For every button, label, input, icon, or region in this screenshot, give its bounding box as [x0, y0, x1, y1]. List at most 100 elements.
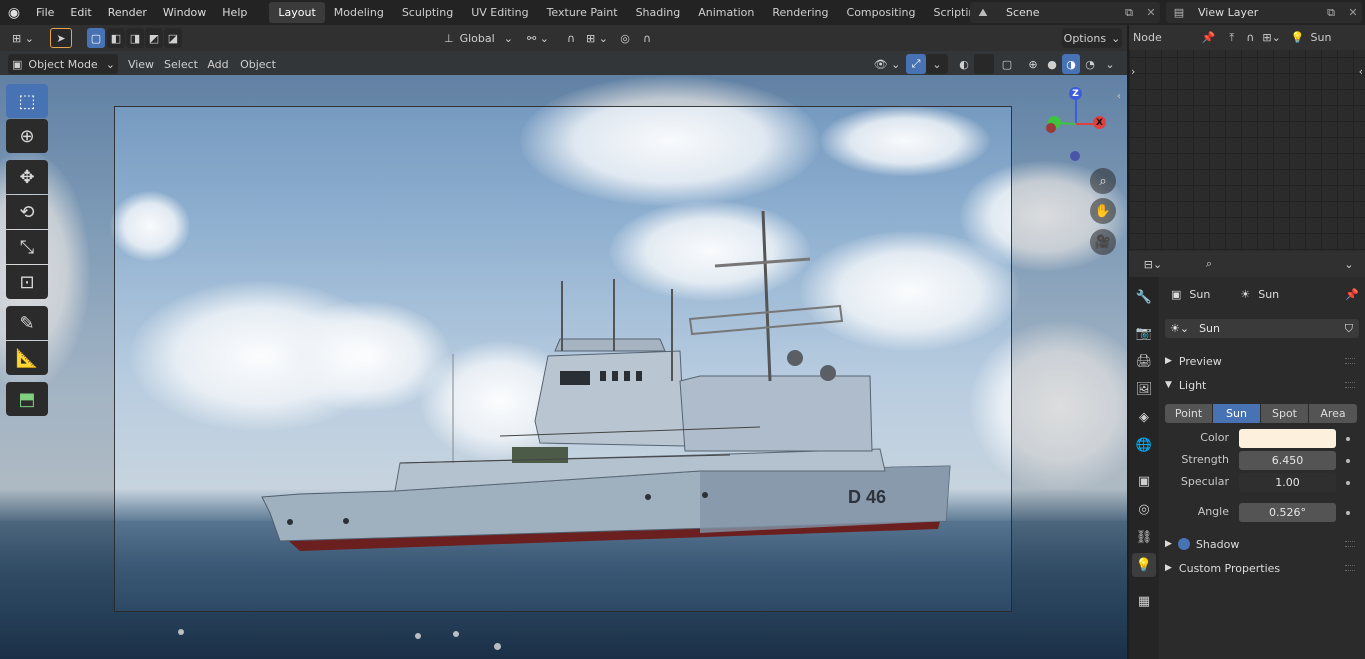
- scale-tool-icon[interactable]: ⤡: [6, 230, 48, 264]
- shading-dropdown[interactable]: ⌄: [1101, 54, 1119, 74]
- modifiers-tab-icon[interactable]: ◎: [1132, 497, 1156, 521]
- solid-shading-icon[interactable]: ●: [1043, 54, 1061, 74]
- panel-custom-properties-header[interactable]: ▶ Custom Properties: [1165, 559, 1359, 577]
- color-swatch[interactable]: [1239, 429, 1336, 448]
- light-datablock-selector[interactable]: ☀⌄ Sun ⛉: [1165, 319, 1359, 338]
- material-preview-shading-icon[interactable]: ◑: [1062, 54, 1080, 74]
- editor-type-dropdown[interactable]: ⊞ ⌄: [6, 28, 40, 48]
- shadow-checkbox[interactable]: [1177, 538, 1190, 550]
- snap-target-icon[interactable]: ⊞⌄: [1262, 31, 1280, 44]
- object-tab-icon[interactable]: ▣: [1132, 469, 1156, 493]
- drag-handle-icon[interactable]: [1345, 382, 1355, 388]
- menu-help[interactable]: Help: [214, 0, 255, 25]
- scene-tab-icon[interactable]: ◈: [1132, 405, 1156, 429]
- transform-orientation-dropdown[interactable]: ⊥ Global ⌄: [440, 28, 516, 48]
- menu-view[interactable]: View: [126, 54, 156, 74]
- world-tab-icon[interactable]: 🌐: [1132, 433, 1156, 457]
- expand-toolshelf-icon[interactable]: ›: [1131, 65, 1135, 78]
- tool-tab-icon[interactable]: 🔧: [1132, 285, 1156, 309]
- keyframe-dot-icon[interactable]: [1346, 437, 1350, 441]
- fake-user-shield-icon[interactable]: ⛉: [1345, 322, 1353, 336]
- output-tab-icon[interactable]: 🖨: [1132, 349, 1156, 373]
- wireframe-shading-icon[interactable]: ⊕: [1024, 54, 1042, 74]
- tab-shading[interactable]: Shading: [627, 2, 690, 23]
- drag-handle-icon[interactable]: [1345, 541, 1355, 547]
- transform-tool-icon[interactable]: ⊡: [6, 265, 48, 299]
- tab-sculpting[interactable]: Sculpting: [393, 2, 462, 23]
- pan-hand-icon[interactable]: ✋: [1090, 198, 1116, 224]
- axis-z-icon[interactable]: Z: [1069, 87, 1082, 100]
- rendered-shading-icon[interactable]: ◔: [1081, 54, 1099, 74]
- parent-icon[interactable]: ⤒: [1229, 31, 1234, 45]
- pin-icon[interactable]: 📌: [1202, 31, 1216, 44]
- 3d-viewport[interactable]: D 46 Z X ⌕ ✋ 🎥 ‹: [0, 51, 1127, 659]
- light-type-area[interactable]: Area: [1309, 404, 1357, 423]
- rotate-tool-icon[interactable]: ⟲: [6, 195, 48, 229]
- select-mode-new-icon[interactable]: ▢: [87, 28, 105, 48]
- keyframe-dot-icon[interactable]: [1346, 481, 1350, 485]
- menu-object[interactable]: Object: [238, 54, 278, 74]
- axis-x-icon[interactable]: X: [1093, 116, 1106, 129]
- menu-select[interactable]: Select: [163, 54, 199, 74]
- node-menu[interactable]: Node: [1129, 31, 1162, 44]
- gizmo-toggle-icon[interactable]: ⤢: [906, 54, 926, 74]
- xray-toggle-icon[interactable]: ▢: [998, 54, 1016, 74]
- pin-icon[interactable]: 📌: [1345, 288, 1359, 301]
- tab-compositing[interactable]: Compositing: [838, 2, 925, 23]
- light-data-tab-icon[interactable]: 💡: [1132, 553, 1156, 577]
- tab-uv-editing[interactable]: UV Editing: [462, 2, 537, 23]
- angle-field[interactable]: 0.526°: [1239, 503, 1336, 522]
- select-tool-icon[interactable]: ➤: [50, 28, 72, 48]
- view-layer-tab-icon[interactable]: 🖼: [1132, 377, 1156, 401]
- pivot-point-dropdown[interactable]: ⚯ ⌄: [524, 28, 552, 48]
- blender-logo-icon[interactable]: ◉: [0, 0, 28, 25]
- panel-light-header[interactable]: ▼ Light: [1165, 376, 1359, 394]
- drag-handle-icon[interactable]: [1345, 358, 1355, 364]
- select-box-tool-icon[interactable]: ⬚: [6, 84, 48, 118]
- search-icon[interactable]: ⌕: [1199, 254, 1219, 274]
- select-mode-subtract-icon[interactable]: ◨: [126, 28, 144, 48]
- snap-target-dropdown[interactable]: ⊞ ⌄: [582, 28, 612, 48]
- menu-render[interactable]: Render: [100, 0, 155, 25]
- tab-animation[interactable]: Animation: [689, 2, 763, 23]
- overlays-dropdown[interactable]: [974, 54, 994, 74]
- drag-handle-icon[interactable]: [1345, 565, 1355, 571]
- panel-preview-header[interactable]: ▶ Preview: [1165, 352, 1359, 370]
- strength-field[interactable]: 6.450: [1239, 451, 1336, 470]
- axis-neg-x-icon[interactable]: [1046, 123, 1056, 133]
- new-scene-icon[interactable]: ⧉: [1116, 6, 1142, 20]
- snap-icon[interactable]: ∩: [1246, 31, 1254, 44]
- gizmo-dropdown[interactable]: ⌄: [926, 54, 948, 74]
- remove-scene-icon[interactable]: ✕: [1142, 6, 1160, 19]
- collapse-sidebar-icon[interactable]: ‹: [1117, 91, 1121, 102]
- light-type-point[interactable]: Point: [1165, 404, 1212, 423]
- new-view-layer-icon[interactable]: ⧉: [1318, 6, 1344, 20]
- render-tab-icon[interactable]: 📷: [1132, 321, 1156, 345]
- light-type-sun[interactable]: Sun: [1213, 404, 1260, 423]
- menu-window[interactable]: Window: [155, 0, 214, 25]
- overlays-toggle-icon[interactable]: ◐: [954, 54, 974, 74]
- tab-layout[interactable]: Layout: [269, 2, 325, 23]
- cursor-tool-icon[interactable]: ⊕: [6, 119, 48, 153]
- scene-selector[interactable]: ⛰ Scene ⧉ ✕: [970, 2, 1160, 23]
- expand-sidebar-icon[interactable]: ‹: [1359, 65, 1363, 78]
- mode-dropdown[interactable]: ▣ Object Mode ⌄: [8, 54, 118, 74]
- node-editor[interactable]: Node 📌 ⤒ ∩ ⊞⌄ 💡 Sun › ‹: [1127, 25, 1365, 251]
- zoom-icon[interactable]: ⌕: [1090, 168, 1116, 194]
- view-layer-selector[interactable]: ▤ View Layer ⧉ ✕: [1166, 2, 1362, 23]
- editor-type-dropdown[interactable]: ⊟⌄: [1139, 254, 1167, 274]
- visibility-dropdown[interactable]: 👁 ⌄: [872, 54, 902, 74]
- select-mode-intersect-icon[interactable]: ◪: [164, 28, 182, 48]
- chevron-down-icon[interactable]: ⌄: [1341, 254, 1357, 274]
- menu-edit[interactable]: Edit: [62, 0, 99, 25]
- remove-view-layer-icon[interactable]: ✕: [1344, 6, 1362, 19]
- snap-toggle-icon[interactable]: ∩: [560, 28, 582, 48]
- proportional-edit-icon[interactable]: ◎: [616, 28, 634, 48]
- tab-rendering[interactable]: Rendering: [763, 2, 837, 23]
- menu-add[interactable]: Add: [205, 54, 231, 74]
- axis-neg-y-icon[interactable]: [1070, 151, 1080, 161]
- move-tool-icon[interactable]: ✥: [6, 160, 48, 194]
- select-mode-invert-icon[interactable]: ◩: [145, 28, 163, 48]
- texture-tab-icon[interactable]: ▦: [1132, 589, 1156, 613]
- annotate-tool-icon[interactable]: ✎: [6, 306, 48, 340]
